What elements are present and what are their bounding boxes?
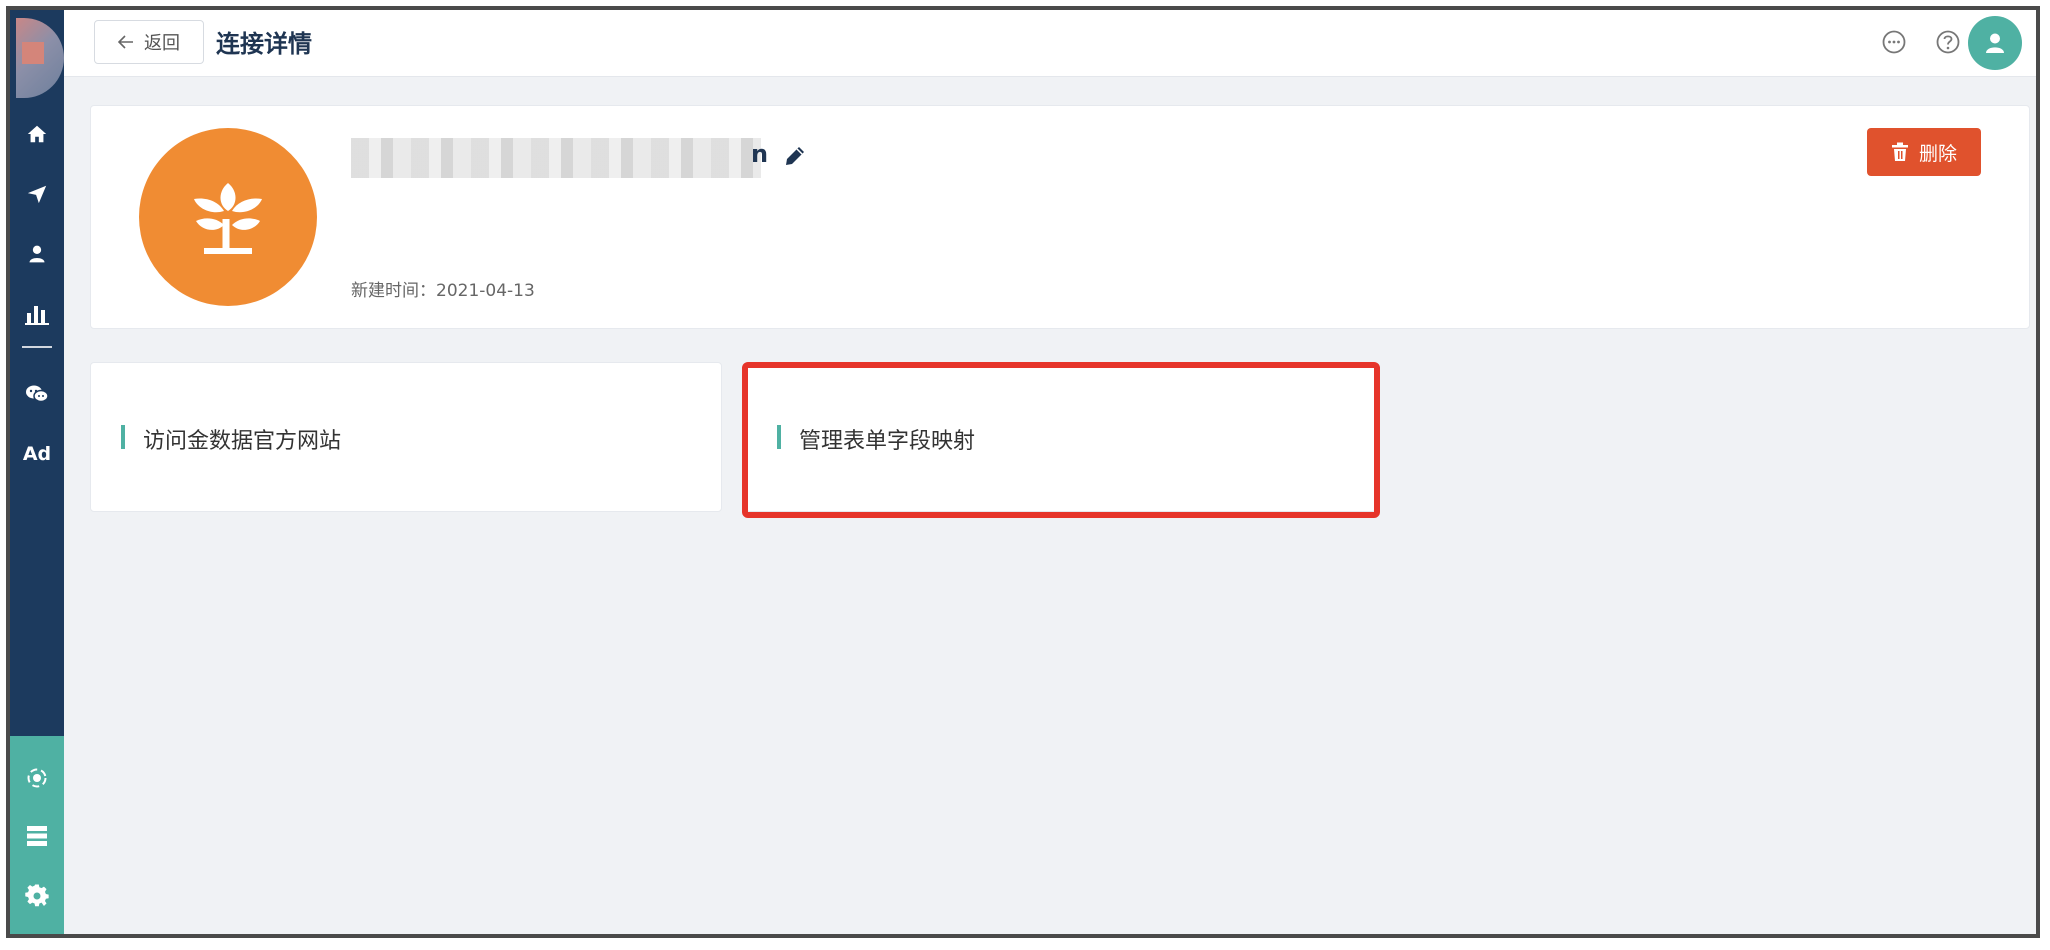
user-avatar-icon: [1986, 33, 2004, 53]
delete-button[interactable]: 删除: [1867, 128, 1981, 176]
sidebar-item-ad[interactable]: Ad: [10, 434, 64, 474]
created-label: 新建时间：: [351, 281, 436, 301]
top-header: 返回 连接详情: [64, 10, 2036, 77]
back-label: 返回: [144, 33, 180, 54]
trash-icon: [1891, 142, 1908, 161]
database-icon[interactable]: [10, 816, 64, 856]
sidebar: Ad: [10, 10, 64, 934]
visit-website-card[interactable]: 访问金数据官方网站: [90, 362, 722, 512]
connection-name-blurred: [351, 138, 761, 178]
card-accent-bar: [121, 425, 125, 449]
avatar[interactable]: [1968, 16, 2022, 70]
bar-chart-icon[interactable]: [10, 294, 64, 334]
send-icon[interactable]: [10, 174, 64, 214]
connection-name: n: [751, 140, 769, 168]
user-icon[interactable]: [10, 234, 64, 274]
arrow-left-icon: [118, 35, 133, 49]
workspace-logo[interactable]: [16, 18, 64, 98]
back-button[interactable]: 返回: [94, 20, 204, 64]
plant-icon: [194, 183, 262, 254]
created-date: 2021-04-13: [436, 281, 535, 301]
help-icon[interactable]: [1934, 28, 1962, 56]
sidebar-divider: [22, 346, 52, 348]
app-logo: [139, 128, 317, 306]
delete-label: 删除: [1918, 142, 1957, 165]
gear-icon[interactable]: [10, 876, 64, 916]
sidebar-bottom-section: [10, 736, 64, 934]
card-label: 管理表单字段映射: [799, 429, 976, 454]
home-icon[interactable]: [10, 114, 64, 154]
connection-info-card: n 新建时间：2021-04-13 删除: [90, 105, 2030, 329]
card-accent-bar: [777, 425, 781, 449]
card-label: 访问金数据官方网站: [143, 429, 342, 454]
ad-label: Ad: [22, 443, 52, 465]
app-window: Ad 返回 连接详情 n 新建时间：2021-04-13 删除 访问金数据官方网…: [6, 6, 2040, 938]
page-title: 连接详情: [216, 30, 312, 58]
chat-icon[interactable]: [1880, 28, 1908, 56]
field-mapping-card[interactable]: 管理表单字段映射: [746, 362, 1376, 512]
created-time: 新建时间：2021-04-13: [351, 276, 535, 301]
wechat-icon[interactable]: [10, 374, 64, 414]
connection-icon[interactable]: [10, 758, 64, 798]
edit-icon[interactable]: [783, 144, 809, 170]
